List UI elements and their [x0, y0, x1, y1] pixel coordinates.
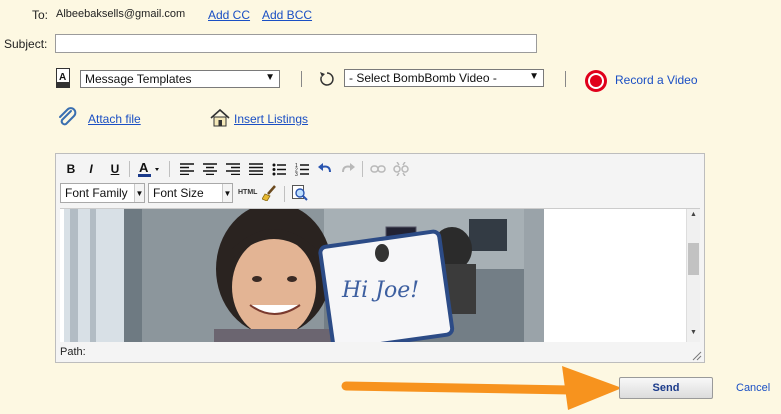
chevron-down-icon: ▼ — [529, 71, 539, 82]
justify-icon[interactable] — [247, 160, 265, 178]
scroll-down-icon[interactable]: ▼ — [690, 329, 697, 336]
resize-handle-icon[interactable] — [692, 350, 702, 364]
attach-file-link[interactable]: Attach file — [88, 112, 141, 126]
path-label: Path: — [60, 346, 86, 358]
scroll-up-icon[interactable]: ▲ — [690, 211, 697, 218]
numbered-list-icon[interactable]: 123 — [293, 160, 311, 178]
svg-text:A: A — [59, 72, 66, 83]
cleanup-brush-icon[interactable] — [261, 184, 279, 202]
font-family-select[interactable]: Font Family ▼ — [60, 183, 145, 203]
send-label: Send — [652, 382, 680, 394]
align-left-icon[interactable] — [178, 160, 196, 178]
paperclip-icon — [57, 107, 77, 132]
bombbomb-video-value: - Select BombBomb Video - — [349, 71, 497, 85]
html-button[interactable]: HTML — [238, 189, 257, 196]
italic-button[interactable]: I — [82, 160, 100, 178]
align-right-icon[interactable] — [224, 160, 242, 178]
insert-listings-link[interactable]: Insert Listings — [234, 112, 308, 126]
divider — [301, 71, 302, 87]
whiteboard-text: Hi Joe! — [341, 278, 419, 303]
to-email: Albeebaksells@gmail.com — [56, 8, 186, 20]
subject-input[interactable] — [55, 34, 537, 53]
scroll-thumb[interactable] — [688, 243, 699, 275]
cancel-link[interactable]: Cancel — [736, 382, 770, 394]
divider — [169, 161, 170, 177]
arrow-annotation-icon — [341, 366, 622, 410]
chevron-down-icon: ▼ — [265, 72, 275, 83]
undo-icon[interactable] — [316, 160, 334, 178]
unlink-icon[interactable] — [392, 160, 410, 178]
chevron-down-icon: ▼ — [222, 184, 232, 202]
redo-icon[interactable] — [339, 160, 357, 178]
font-size-value: Font Size — [153, 186, 204, 200]
font-size-select[interactable]: Font Size ▼ — [148, 183, 233, 203]
record-video-link[interactable]: Record a Video — [615, 73, 698, 87]
divider — [362, 161, 363, 177]
svg-text:3: 3 — [295, 172, 298, 176]
editor-scrollbar[interactable]: ▲ ▼ — [686, 209, 700, 342]
divider — [565, 71, 566, 87]
divider — [284, 186, 285, 202]
video-thumbnail[interactable]: Hi Joe! — [64, 209, 544, 342]
send-button[interactable]: Send — [619, 377, 713, 399]
svg-text:A: A — [139, 160, 149, 175]
underline-button[interactable]: U — [106, 160, 124, 178]
font-color-button[interactable]: A — [136, 160, 162, 178]
rich-text-editor: B I U A 123 Font Family ▼ Font Size ▼ HT… — [55, 153, 705, 363]
template-icon: A — [56, 68, 70, 88]
to-label: To: — [32, 8, 49, 22]
align-center-icon[interactable] — [201, 160, 219, 178]
record-icon[interactable] — [584, 69, 608, 96]
message-templates-value: Message Templates — [85, 72, 192, 86]
add-bcc-link[interactable]: Add BCC — [262, 8, 312, 22]
editor-content[interactable]: Hi Joe! ▲ ▼ — [60, 208, 700, 342]
subject-label: Subject: — [4, 37, 48, 51]
message-templates-select[interactable]: Message Templates ▼ — [80, 70, 280, 88]
divider — [129, 161, 130, 177]
link-icon[interactable] — [369, 160, 387, 178]
bombbomb-video-select[interactable]: - Select BombBomb Video - ▼ — [344, 69, 544, 87]
chevron-down-icon: ▼ — [134, 184, 144, 202]
house-icon — [209, 108, 231, 131]
refresh-icon[interactable] — [318, 68, 336, 91]
preview-icon[interactable] — [291, 184, 309, 202]
font-family-value: Font Family — [65, 186, 128, 200]
add-cc-link[interactable]: Add CC — [208, 8, 250, 22]
bold-button[interactable]: B — [62, 160, 80, 178]
bullet-list-icon[interactable] — [270, 160, 288, 178]
